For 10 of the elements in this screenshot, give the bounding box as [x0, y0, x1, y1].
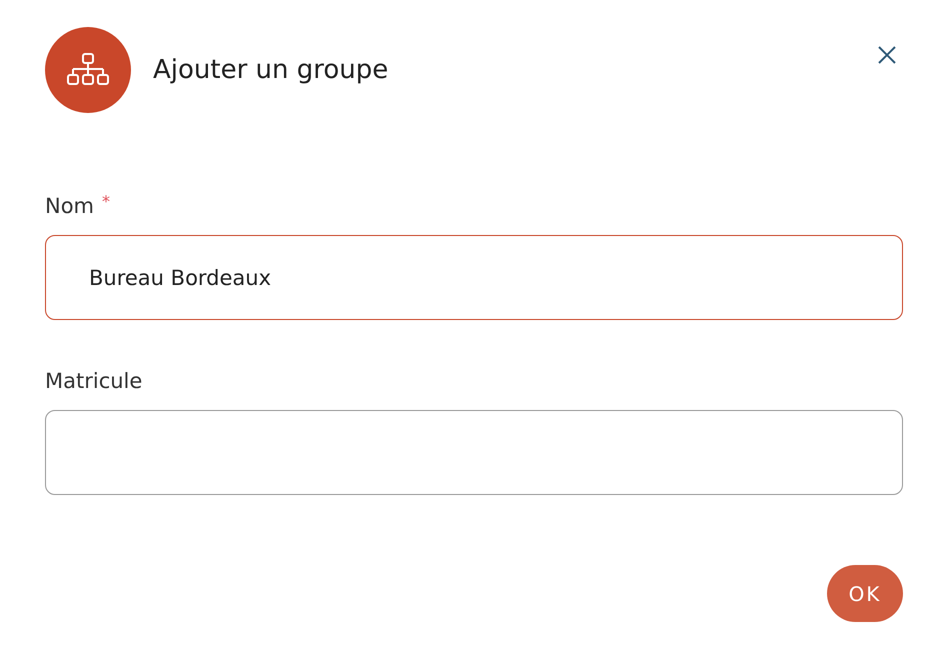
dialog-title: Ajouter un groupe — [153, 55, 388, 85]
input-field[interactable] — [45, 410, 903, 495]
close-button[interactable] — [877, 45, 897, 65]
close-icon — [877, 45, 897, 65]
required-mark: * — [102, 193, 110, 211]
ok-button[interactable]: OK — [827, 565, 903, 622]
hierarchy-icon — [66, 53, 110, 87]
input-field[interactable]: Bureau Bordeaux — [45, 235, 903, 320]
field-label: Matricule — [45, 368, 142, 394]
field-label: Nom — [45, 193, 94, 219]
